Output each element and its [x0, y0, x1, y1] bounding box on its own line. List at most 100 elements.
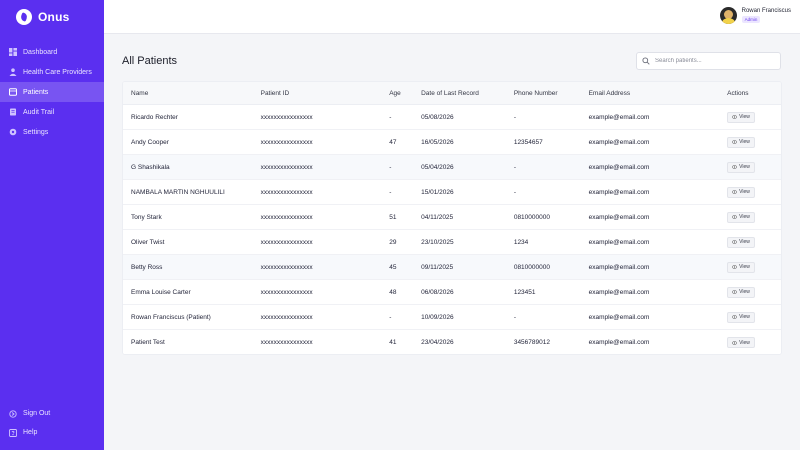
phone-number: 12354657: [513, 138, 543, 146]
view-button[interactable]: View: [727, 337, 755, 348]
phone-number: 123451: [513, 288, 536, 296]
view-button-label: View: [739, 239, 750, 245]
phone-number: 1234: [513, 238, 529, 246]
view-button[interactable]: View: [727, 161, 755, 173]
last-record-date: 05/08/2026: [421, 113, 454, 121]
column-header-name: Name: [131, 89, 149, 97]
table-row[interactable]: Tony Stark xxxxxxxxxxxxxxxx 51 04/11/202…: [123, 205, 781, 230]
eye-icon: [732, 315, 738, 319]
view-button[interactable]: View: [727, 261, 755, 273]
sidebar-item-dashboard[interactable]: Dashboard: [0, 42, 104, 62]
sidebar-nav: Dashboard Health Care Providers Patients…: [0, 42, 104, 142]
email-address: example@email.com: [588, 138, 650, 146]
table-row[interactable]: G Shashikala xxxxxxxxxxxxxxxx - 05/04/20…: [123, 155, 781, 180]
actions-cell: View: [727, 136, 781, 148]
phone-number: -: [513, 313, 516, 321]
phone-number: -: [513, 188, 516, 196]
user-name: Rowan Franciscus: [741, 8, 791, 14]
email-address: example@email.com: [588, 288, 650, 296]
actions-cell: View: [727, 186, 781, 198]
table-row[interactable]: Patient Test xxxxxxxxxxxxxxxx 41 23/04/2…: [123, 330, 781, 354]
actions-cell: View: [727, 161, 781, 173]
sidebar-item-label: Health Care Providers: [23, 68, 92, 76]
sidebar-item-audit-trail[interactable]: Audit Trail: [0, 102, 104, 122]
patient-name: Andy Cooper: [131, 138, 169, 146]
eye-icon: [732, 165, 738, 169]
patient-age: -: [389, 163, 392, 171]
last-record-date: 16/05/2026: [421, 138, 454, 146]
dashboard-icon: [9, 48, 17, 56]
last-record-date: 10/09/2026: [421, 313, 454, 321]
table-row[interactable]: NAMBALA MARTIN NGHUULILI xxxxxxxxxxxxxxx…: [123, 180, 781, 205]
help-icon: [9, 428, 17, 437]
patient-name: NAMBALA MARTIN NGHUULILI: [131, 188, 225, 196]
table-row[interactable]: Oliver Twist xxxxxxxxxxxxxxxx 29 23/10/2…: [123, 230, 781, 255]
patient-id: xxxxxxxxxxxxxxxx: [260, 163, 313, 171]
phone-number: -: [513, 113, 516, 121]
patient-id: xxxxxxxxxxxxxxxx: [260, 113, 313, 121]
patient-age: 48: [389, 288, 397, 296]
view-button[interactable]: View: [727, 236, 755, 248]
patient-id: xxxxxxxxxxxxxxxx: [260, 188, 313, 196]
patient-age: 29: [389, 238, 397, 246]
email-address: example@email.com: [588, 339, 650, 346]
view-button[interactable]: View: [727, 111, 755, 123]
patient-age: -: [389, 313, 392, 321]
brand[interactable]: Onus: [16, 9, 69, 25]
last-record-date: 09/11/2025: [421, 263, 454, 271]
user-info: Rowan Franciscus Admin: [741, 8, 791, 23]
sidebar-item-label: Settings: [23, 128, 49, 136]
table-row[interactable]: Andy Cooper xxxxxxxxxxxxxxxx 47 16/05/20…: [123, 130, 781, 155]
eye-icon: [732, 265, 738, 269]
eye-icon: [732, 215, 738, 219]
view-button-label: View: [739, 139, 750, 145]
table-row[interactable]: Emma Louise Carter xxxxxxxxxxxxxxxx 48 0…: [123, 280, 781, 305]
actions-cell: View: [727, 211, 781, 223]
last-record-date: 15/01/2026: [421, 188, 454, 196]
sidebar-bottom: Sign Out Help: [0, 404, 104, 442]
sidebar-item-sign-out[interactable]: Sign Out: [0, 404, 104, 423]
column-header-email: Email Address: [588, 89, 631, 97]
sidebar-item-patients[interactable]: Patients: [0, 82, 104, 102]
sidebar-item-label: Dashboard: [23, 48, 58, 56]
patient-name: Tony Stark: [131, 213, 162, 221]
actions-cell: View: [727, 111, 781, 123]
view-button[interactable]: View: [727, 286, 755, 298]
audit-icon: [9, 108, 17, 116]
sidebar-item-health-care-providers[interactable]: Health Care Providers: [0, 62, 104, 82]
sidebar: Onus Dashboard Health Care Providers Pat…: [0, 0, 104, 450]
view-button-label: View: [739, 314, 750, 320]
phone-number: 0810000000: [513, 263, 550, 271]
patient-name: Oliver Twist: [131, 238, 165, 246]
table-row[interactable]: Betty Ross xxxxxxxxxxxxxxxx 45 09/11/202…: [123, 255, 781, 280]
table-row[interactable]: Rowan Franciscus (Patient) xxxxxxxxxxxxx…: [123, 305, 781, 330]
column-header-age: Age: [389, 89, 401, 97]
search-icon: [642, 57, 650, 65]
view-button[interactable]: View: [727, 211, 755, 223]
sidebar-item-help[interactable]: Help: [0, 423, 104, 442]
search-input[interactable]: [655, 58, 775, 64]
patient-id: xxxxxxxxxxxxxxxx: [260, 288, 313, 296]
view-button-label: View: [739, 264, 750, 270]
sidebar-item-label: Sign Out: [23, 410, 51, 417]
view-button[interactable]: View: [727, 311, 755, 323]
sidebar-item-label: Audit Trail: [23, 108, 55, 116]
actions-cell: View: [727, 311, 781, 323]
column-header-phone: Phone Number: [513, 89, 558, 97]
view-button-label: View: [739, 189, 750, 195]
email-address: example@email.com: [588, 188, 650, 196]
eye-icon: [732, 240, 738, 244]
patient-name: Patient Test: [131, 339, 165, 346]
column-header-actions: Actions: [727, 89, 749, 97]
avatar[interactable]: [719, 7, 737, 24]
actions-cell: View: [727, 337, 781, 348]
phone-number: 3456789012: [513, 339, 550, 346]
user-menu[interactable]: Rowan Franciscus Admin: [719, 7, 791, 24]
view-button[interactable]: View: [727, 186, 755, 198]
sidebar-item-settings[interactable]: Settings: [0, 122, 104, 142]
view-button[interactable]: View: [727, 136, 755, 148]
table-row[interactable]: Ricardo Rechter xxxxxxxxxxxxxxxx - 05/08…: [123, 105, 781, 130]
patient-age: 51: [389, 213, 397, 221]
onus-logo-icon: [16, 9, 32, 25]
eye-icon: [732, 290, 738, 294]
